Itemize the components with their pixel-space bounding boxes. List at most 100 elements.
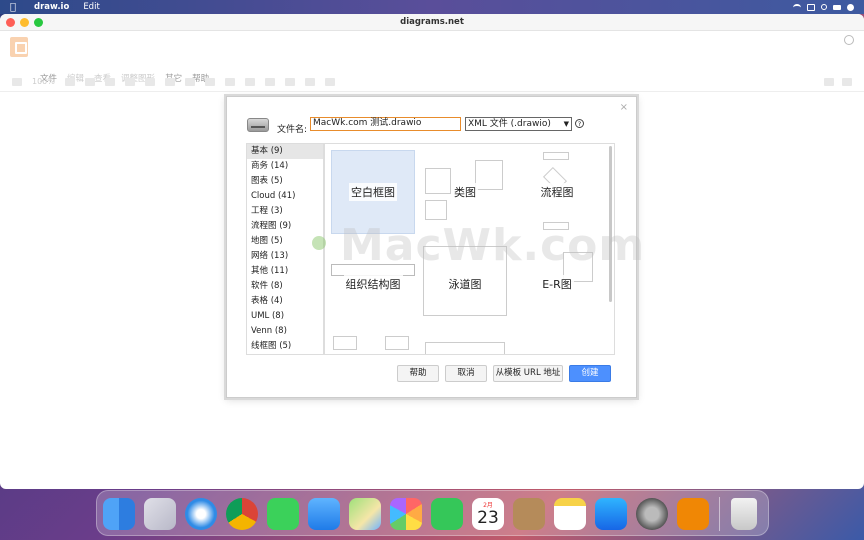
from-template-url-button[interactable]: 从模板 URL 地址 bbox=[493, 365, 563, 382]
template-label: 泳道图 bbox=[446, 275, 484, 293]
facetime-icon[interactable] bbox=[431, 498, 463, 530]
wifi-icon[interactable] bbox=[793, 3, 801, 11]
thumb-box bbox=[475, 160, 503, 190]
dock-separator bbox=[719, 497, 720, 531]
template-label: 组织结构图 bbox=[343, 275, 403, 293]
template-label: 类图 bbox=[452, 183, 478, 201]
to-back-icon[interactable] bbox=[184, 77, 195, 86]
template-partial[interactable] bbox=[425, 342, 505, 354]
insert-icon[interactable] bbox=[304, 77, 315, 86]
app-store-icon[interactable] bbox=[595, 498, 627, 530]
photos-icon[interactable] bbox=[390, 498, 422, 530]
category-item[interactable]: 线框图 (5) bbox=[247, 339, 323, 354]
zoom-level[interactable]: 100% bbox=[32, 77, 55, 86]
format-panel-icon[interactable] bbox=[12, 77, 22, 86]
siri-icon[interactable] bbox=[847, 3, 854, 11]
category-item[interactable]: 其他 (11) bbox=[247, 264, 323, 279]
template-org-chart[interactable]: 组织结构图 bbox=[331, 242, 415, 326]
minimize-window-button[interactable] bbox=[20, 18, 29, 27]
template-blank[interactable]: 空白框图 bbox=[331, 150, 415, 234]
template-er-diagram[interactable]: E-R图 bbox=[515, 242, 599, 326]
category-item[interactable]: UML (8) bbox=[247, 309, 323, 324]
messages-icon[interactable] bbox=[267, 498, 299, 530]
template-partial[interactable] bbox=[385, 336, 409, 350]
template-class-diagram[interactable]: 类图 bbox=[423, 150, 507, 234]
mail-icon[interactable] bbox=[308, 498, 340, 530]
control-center-icon[interactable] bbox=[833, 4, 841, 10]
category-item[interactable]: Venn (8) bbox=[247, 324, 323, 339]
category-item[interactable]: Cloud (41) bbox=[247, 189, 323, 204]
app-window: diagrams.net 文件 编辑 查看 调整图形 其它 帮助 100% bbox=[0, 14, 864, 489]
waypoints-icon[interactable] bbox=[284, 77, 295, 86]
toolbar: 100% bbox=[0, 72, 864, 92]
finder-icon[interactable] bbox=[103, 498, 135, 530]
table-icon[interactable] bbox=[324, 77, 335, 86]
template-partial[interactable] bbox=[333, 336, 357, 350]
launchpad-icon[interactable] bbox=[144, 498, 176, 530]
help-icon[interactable]: ? bbox=[575, 119, 584, 128]
category-item[interactable]: 流程图 (9) bbox=[247, 219, 323, 234]
apple-menu-icon[interactable]:  bbox=[10, 2, 22, 13]
macos-menu-bar:  draw.io Edit bbox=[0, 0, 864, 14]
thumb-box bbox=[543, 152, 569, 160]
device-drive-icon bbox=[247, 118, 269, 132]
line-color-icon[interactable] bbox=[224, 77, 235, 86]
calendar-icon[interactable]: 2月 23 bbox=[472, 498, 504, 530]
close-window-button[interactable] bbox=[6, 18, 15, 27]
connection-icon[interactable] bbox=[264, 77, 275, 86]
battery-icon[interactable] bbox=[807, 3, 815, 11]
to-front-icon[interactable] bbox=[164, 77, 175, 86]
category-item[interactable]: 表格 (4) bbox=[247, 294, 323, 309]
category-item[interactable]: 基本 (9) bbox=[247, 144, 323, 159]
fullscreen-icon[interactable] bbox=[824, 77, 834, 86]
system-preferences-icon[interactable] bbox=[636, 498, 668, 530]
fullscreen-window-button[interactable] bbox=[34, 18, 43, 27]
trash-icon[interactable] bbox=[731, 498, 757, 530]
redo-icon[interactable] bbox=[124, 77, 135, 86]
window-titlebar: diagrams.net bbox=[0, 14, 864, 31]
chevron-down-icon: ▼ bbox=[563, 120, 569, 128]
maps-icon[interactable] bbox=[349, 498, 381, 530]
template-label: E-R图 bbox=[540, 275, 574, 293]
traffic-lights bbox=[6, 18, 43, 27]
drawio-logo-icon bbox=[10, 37, 28, 57]
create-button[interactable]: 创建 bbox=[569, 365, 611, 382]
category-item[interactable]: 商务 (14) bbox=[247, 159, 323, 174]
delete-icon[interactable] bbox=[144, 77, 155, 86]
menu-app-name[interactable]: draw.io bbox=[34, 2, 69, 12]
thumb-box bbox=[543, 222, 569, 230]
template-scrollbar[interactable] bbox=[609, 146, 612, 302]
category-item[interactable]: 网络 (13) bbox=[247, 249, 323, 264]
zoom-in-icon[interactable] bbox=[64, 77, 75, 86]
help-button[interactable]: 帮助 bbox=[397, 365, 439, 382]
drawio-icon[interactable] bbox=[677, 498, 709, 530]
thumb-box bbox=[425, 200, 447, 220]
close-dialog-icon[interactable]: × bbox=[620, 102, 628, 113]
zoom-out-icon[interactable] bbox=[84, 77, 95, 86]
fill-color-icon[interactable] bbox=[204, 77, 215, 86]
menu-edit[interactable]: Edit bbox=[83, 2, 99, 12]
template-flowchart[interactable]: 流程图 bbox=[515, 150, 599, 234]
filename-input[interactable]: MacWk.com 测试.drawio bbox=[310, 117, 461, 131]
file-format-value: XML 文件 (.drawio) bbox=[468, 119, 551, 129]
safari-icon[interactable] bbox=[185, 498, 217, 530]
category-item[interactable]: 工程 (3) bbox=[247, 204, 323, 219]
template-swimlane[interactable]: 泳道图 bbox=[423, 242, 507, 326]
format-toggle-icon[interactable] bbox=[842, 77, 852, 86]
cancel-button[interactable]: 取消 bbox=[445, 365, 487, 382]
contacts-icon[interactable] bbox=[513, 498, 545, 530]
calendar-day: 23 bbox=[477, 508, 499, 528]
template-label: 空白框图 bbox=[349, 183, 397, 201]
category-item[interactable]: 软件 (8) bbox=[247, 279, 323, 294]
undo-icon[interactable] bbox=[104, 77, 115, 86]
shadow-icon[interactable] bbox=[244, 77, 255, 86]
filename-label: 文件名: bbox=[277, 125, 308, 135]
search-icon[interactable] bbox=[821, 4, 827, 10]
category-item[interactable]: 图表 (5) bbox=[247, 174, 323, 189]
template-grid: 空白框图 类图 流程图 组织结构图 泳道图 E-R图 bbox=[324, 143, 615, 355]
language-globe-icon[interactable] bbox=[844, 35, 854, 45]
file-format-select[interactable]: XML 文件 (.drawio) ▼ bbox=[465, 117, 572, 131]
template-label: 流程图 bbox=[538, 183, 576, 201]
notes-icon[interactable] bbox=[554, 498, 586, 530]
chrome-icon[interactable] bbox=[226, 498, 258, 530]
